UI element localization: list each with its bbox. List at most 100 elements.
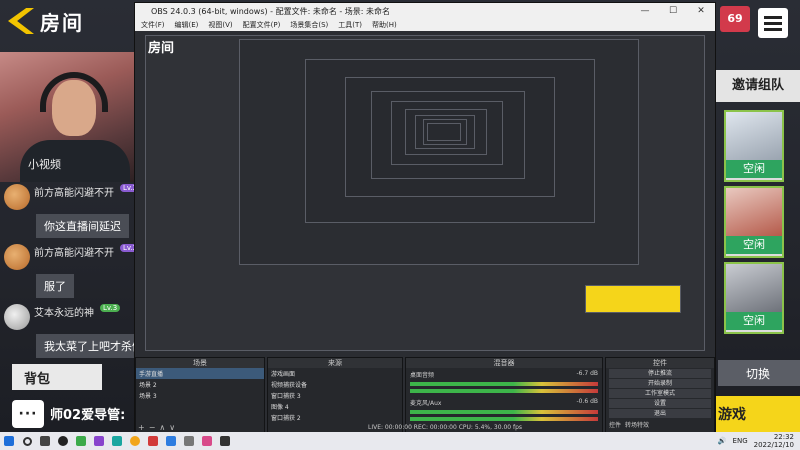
level-badge: Lv.3: [100, 304, 121, 312]
character-portrait: [726, 112, 782, 160]
obs-menubar: 文件(F) 编辑(E) 视图(V) 配置文件(P) 场景集合(S) 工具(T) …: [135, 19, 715, 31]
preview-mirror-layer: [427, 123, 461, 141]
menu-scene-collection[interactable]: 场景集合(S): [290, 20, 328, 30]
scene-item[interactable]: 场景 3: [136, 390, 264, 401]
system-tray: 🔊 ENG 22:32 2022/12/10: [718, 432, 794, 450]
source-item[interactable]: 视频捕获设备: [268, 379, 402, 390]
menu-edit[interactable]: 编辑(E): [175, 20, 199, 30]
window-controls: — ☐ ✕: [631, 3, 715, 19]
minimize-icon[interactable]: —: [631, 3, 659, 19]
webcam-feed: 小视频: [0, 52, 140, 182]
scenes-title: 场景: [136, 358, 264, 368]
volume-meter[interactable]: [410, 382, 598, 386]
team-slot[interactable]: 空闲: [724, 186, 784, 258]
chat-message: 你这直播间延迟: [36, 214, 129, 238]
switch-label: 切换: [746, 367, 771, 381]
channel-db: -0.6 dB: [576, 398, 598, 405]
source-item[interactable]: 图像 4: [268, 401, 402, 412]
team-slot[interactable]: 空闲: [724, 110, 784, 182]
menu-file[interactable]: 文件(F): [141, 20, 165, 30]
room-header[interactable]: 房间: [8, 6, 138, 36]
preview-play-button: [585, 285, 681, 313]
character-portrait: [726, 264, 782, 312]
team-slot[interactable]: 空闲: [724, 262, 784, 334]
app-icon-blue[interactable]: [162, 432, 180, 450]
obs-titlebar: OBS 24.0.3 (64-bit, windows) - 配置文件: 未命名…: [135, 3, 715, 19]
slot-status: 空闲: [726, 160, 782, 178]
task-view-icon[interactable]: [36, 432, 54, 450]
sources-title: 来源: [268, 358, 402, 368]
app-icon-purple[interactable]: [90, 432, 108, 450]
menu-help[interactable]: 帮助(H): [372, 20, 397, 30]
windows-taskbar: 🔊 ENG 22:32 2022/12/10: [0, 432, 800, 450]
headset-icon: [40, 72, 108, 112]
source-item[interactable]: 窗口捕获 2: [268, 412, 402, 423]
chat-username: 前方高能闪避不开: [34, 188, 114, 199]
maximize-icon[interactable]: ☐: [659, 3, 687, 19]
scene-item[interactable]: 场景 2: [136, 379, 264, 390]
preview-room-title: 房间: [148, 41, 175, 56]
character-portrait: [726, 188, 782, 236]
scenes-toolbar[interactable]: +−∧∨: [138, 423, 179, 432]
clock-date: 2022/12/10: [753, 441, 794, 449]
volume-icon[interactable]: 🔊: [718, 437, 727, 445]
volume-meter[interactable]: [410, 410, 598, 414]
clock-time: 22:32: [773, 433, 794, 441]
chat-bubble-icon[interactable]: ···: [12, 400, 44, 428]
channel-name: 桌面音频: [410, 372, 435, 379]
browser-icon[interactable]: [126, 432, 144, 450]
app-icon-dark[interactable]: [216, 432, 234, 450]
exit-button[interactable]: 退出: [609, 409, 711, 418]
obs-window: OBS 24.0.3 (64-bit, windows) - 配置文件: 未命名…: [134, 2, 716, 435]
app-icon-gray[interactable]: [180, 432, 198, 450]
source-item[interactable]: 游戏画面: [268, 368, 402, 379]
chat-message: 服了: [36, 274, 74, 298]
controls-dock: 控件 停止推流 开始录制 工作室模式 设置 退出 控件 转场特效: [605, 357, 715, 435]
start-menu-icon[interactable]: [0, 432, 18, 450]
tab-transitions[interactable]: 转场特效: [625, 420, 649, 429]
menu-hamburger-icon[interactable]: [758, 8, 788, 38]
chat-username: 艾本永远的神: [34, 308, 94, 319]
scenes-dock: 场景 手游直播 场景 2 场景 3 +−∧∨: [135, 357, 265, 435]
search-icon[interactable]: [18, 432, 36, 450]
slot-status: 空闲: [726, 312, 782, 330]
bag-button[interactable]: 背包: [12, 364, 102, 390]
avatar: [4, 184, 30, 210]
app-icon-green[interactable]: [72, 432, 90, 450]
room-title: 房间: [40, 10, 84, 35]
channel-db: -6.7 dB: [576, 370, 598, 377]
mixer-channel: 桌面音频 -6.7 dB: [406, 368, 602, 379]
close-icon[interactable]: ✕: [687, 3, 715, 19]
invite-team-button[interactable]: 邀请组队: [716, 70, 800, 102]
play-game-button[interactable]: 游戏: [712, 396, 800, 432]
settings-button[interactable]: 设置: [609, 399, 711, 408]
obs-window-title: OBS 24.0.3 (64-bit, windows) - 配置文件: 未命名…: [151, 6, 391, 16]
input-language[interactable]: ENG: [733, 437, 748, 445]
scene-item[interactable]: 手游直播: [136, 368, 264, 379]
app-icon-teal[interactable]: [108, 432, 126, 450]
controls-title: 控件: [606, 358, 714, 368]
app-icon-pink[interactable]: [198, 432, 216, 450]
back-chevron-icon[interactable]: [8, 8, 34, 34]
volume-meter[interactable]: [410, 389, 598, 393]
switch-button[interactable]: 切换: [718, 360, 800, 386]
tab-controls[interactable]: 控件: [609, 420, 621, 429]
start-recording-button[interactable]: 开始录制: [609, 379, 711, 388]
webcam-watermark: 小视频: [28, 158, 61, 171]
source-item[interactable]: 窗口捕获 3: [268, 390, 402, 401]
taskbar-clock[interactable]: 22:32 2022/12/10: [754, 433, 794, 449]
menu-profile[interactable]: 配置文件(P): [243, 20, 281, 30]
avatar: [4, 304, 30, 330]
channel-name: 麦克风/Aux: [410, 400, 442, 407]
obs-app-icon[interactable]: [54, 432, 72, 450]
avatar: [4, 244, 30, 270]
notification-badge[interactable]: 69: [720, 6, 750, 32]
app-icon-red[interactable]: [144, 432, 162, 450]
obs-preview[interactable]: 房间: [145, 35, 705, 351]
volume-meter[interactable]: [410, 417, 598, 421]
menu-view[interactable]: 视图(V): [208, 20, 232, 30]
studio-mode-button[interactable]: 工作室模式: [609, 389, 711, 398]
menu-tools[interactable]: 工具(T): [338, 20, 362, 30]
mentor-label: 师02爱导管:: [50, 408, 126, 423]
stop-stream-button[interactable]: 停止推流: [609, 369, 711, 378]
